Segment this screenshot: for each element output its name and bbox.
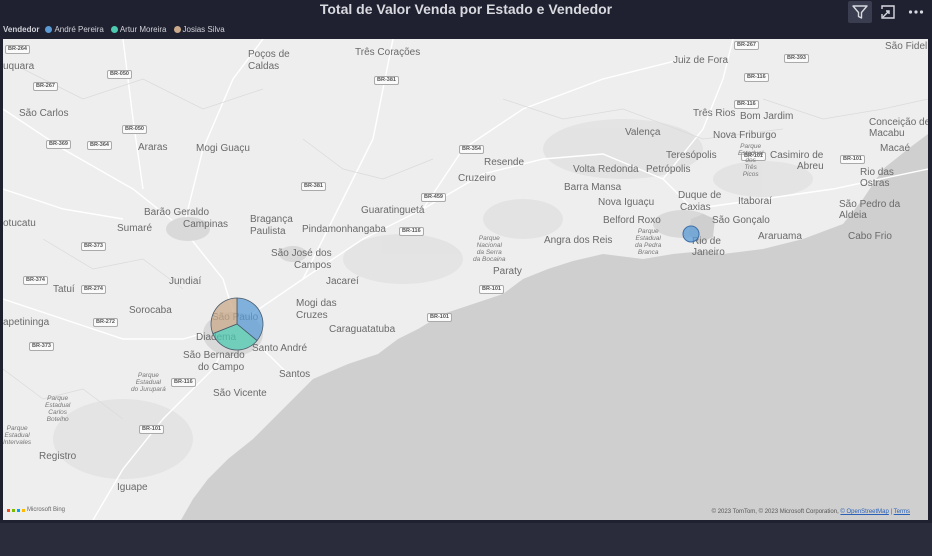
more-options-icon: [908, 10, 924, 14]
attribution-text: © 2023 TomTom, © 2023 Microsoft Corporat…: [711, 509, 839, 515]
legend-label: Artur Moreira: [119, 24, 167, 34]
pie-slice[interactable]: [682, 225, 700, 243]
map-visual: Total de Valor Venda por Estado e Vended…: [0, 0, 932, 523]
visual-title: Total de Valor Venda por Estado e Vended…: [319, 1, 613, 17]
bing-logo: Microsoft Bing: [7, 507, 65, 513]
pie-layer: [210, 225, 700, 351]
legend-item-andre[interactable]: André Pereira: [45, 24, 104, 34]
legend-marker: [45, 25, 53, 33]
more-options-button[interactable]: [904, 1, 928, 23]
attribution-separator: |: [890, 509, 893, 515]
legend-item-artur[interactable]: Artur Moreira: [110, 24, 167, 34]
visual-toolbar: [848, 1, 928, 23]
filter-icon: [852, 5, 868, 19]
report-footer: [0, 523, 932, 556]
bing-logo-text: Microsoft Bing: [27, 507, 66, 513]
openstreetmap-link[interactable]: © OpenStreetMap: [840, 509, 888, 515]
map-canvas[interactable]: BR-264 BR-267 BR-050 BR-381 BR-267 BR-116 BR-3…: [3, 39, 928, 520]
focus-mode-button[interactable]: [876, 1, 900, 23]
legend-label: Josias Silva: [182, 24, 225, 34]
legend-marker: [110, 25, 118, 33]
legend-item-josias[interactable]: Josias Silva: [173, 24, 225, 34]
legend: Vendedor André Pereira Artur Moreira Jos…: [3, 23, 228, 35]
legend-title: Vendedor: [3, 24, 40, 34]
pie-marker-são-paulo[interactable]: [210, 297, 264, 351]
map-attribution: © 2023 TomTom, © 2023 Microsoft Corporat…: [712, 509, 910, 515]
filter-button[interactable]: [848, 1, 872, 23]
legend-label: André Pereira: [54, 24, 104, 34]
pie-marker-rio-de-janeiro[interactable]: [682, 225, 700, 243]
legend-marker: [173, 25, 181, 33]
terms-link[interactable]: Terms: [894, 509, 910, 515]
focus-mode-icon: [881, 5, 895, 19]
